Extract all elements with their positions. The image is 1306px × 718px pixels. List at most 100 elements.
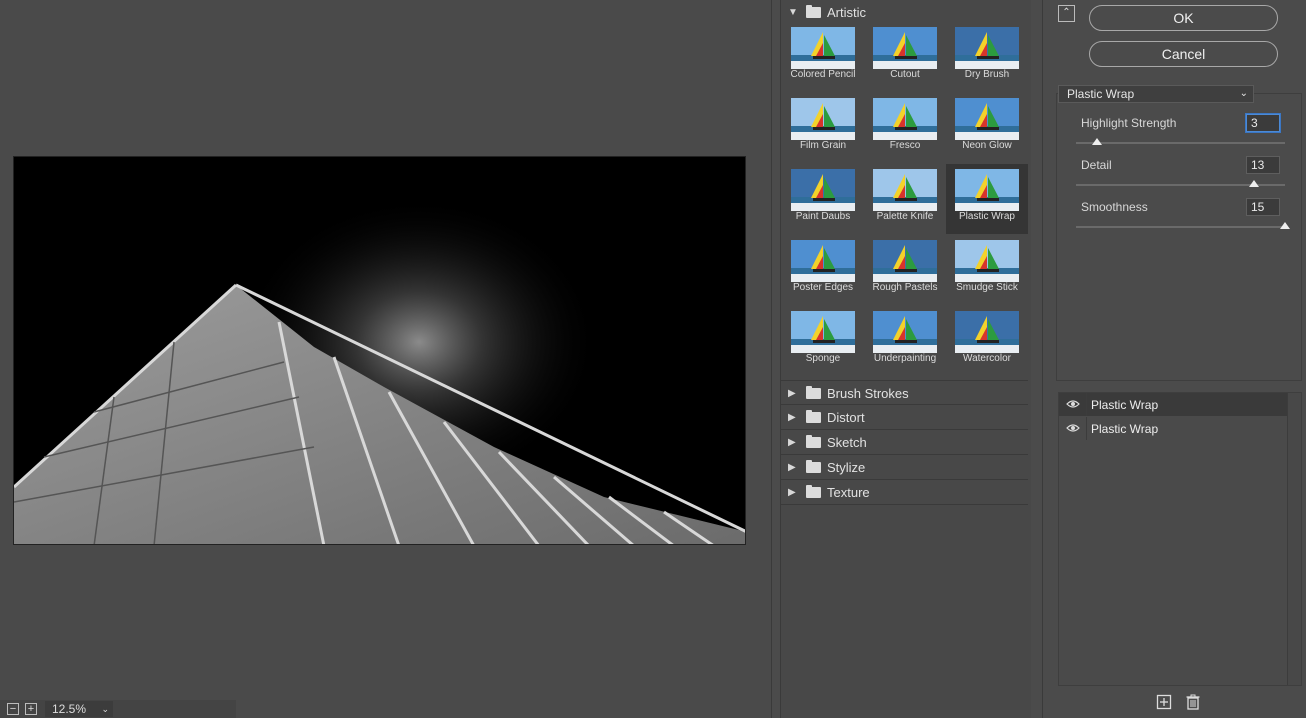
param-value-input[interactable]: 3: [1246, 114, 1280, 132]
preview-pane: − + 12.5% ⌄: [0, 0, 772, 718]
param-label: Smoothness: [1081, 200, 1148, 214]
filter-thumb-label: Rough Pastels: [872, 282, 938, 293]
divider: [1086, 417, 1087, 440]
zoom-select[interactable]: 12.5% ⌄: [45, 701, 113, 717]
filter-thumb[interactable]: Rough Pastels: [864, 235, 946, 305]
filter-thumb-image: [955, 311, 1019, 353]
filter-thumb[interactable]: Poster Edges: [782, 235, 864, 305]
filter-thumb-label: Cutout: [890, 69, 920, 80]
disclosure-triangle-icon: ▶: [788, 462, 796, 473]
folder-label: Texture: [827, 485, 870, 500]
filter-thumb[interactable]: Paint Daubs: [782, 164, 864, 234]
zoom-in-icon[interactable]: +: [25, 703, 37, 715]
disclosure-triangle-icon: ▶: [788, 437, 796, 448]
effect-layer-name: Plastic Wrap: [1091, 422, 1159, 436]
filter-thumb-label: Smudge Stick: [956, 282, 1018, 293]
filter-thumb[interactable]: Watercolor: [946, 306, 1028, 376]
param-slider-thumb[interactable]: [1091, 138, 1102, 145]
folder-label: Distort: [827, 410, 865, 425]
folder-brush-strokes[interactable]: ▶ Brush Strokes: [781, 380, 1028, 405]
filter-thumb-image: [791, 27, 855, 69]
filter-thumb[interactable]: Plastic Wrap: [946, 164, 1028, 234]
pyramid-image: [14, 157, 745, 544]
zoom-out-icon[interactable]: −: [7, 703, 19, 715]
filter-settings: [1056, 93, 1302, 381]
filter-thumb-label: Poster Edges: [792, 282, 854, 293]
filter-thumb[interactable]: Colored Pencil: [782, 22, 864, 92]
preview-image[interactable]: [13, 156, 746, 545]
filter-thumb-image: [791, 311, 855, 353]
cancel-button[interactable]: Cancel: [1089, 41, 1278, 67]
disclosure-triangle-icon: ▶: [788, 388, 796, 399]
filter-thumb-image: [791, 240, 855, 282]
param-slider-thumb[interactable]: [1280, 222, 1290, 229]
disclosure-triangle-icon: ▶: [788, 412, 796, 423]
filter-thumb[interactable]: Dry Brush: [946, 22, 1028, 92]
zoom-value: 12.5%: [52, 702, 87, 716]
filter-thumb[interactable]: Underpainting: [864, 306, 946, 376]
filter-thumb[interactable]: Fresco: [864, 93, 946, 163]
filter-thumb-image: [955, 27, 1019, 69]
folder-label: Artistic: [827, 5, 866, 20]
filter-thumb-label: Underpainting: [873, 353, 937, 364]
layers-scrollbar[interactable]: [1287, 393, 1301, 685]
effect-layer-row[interactable]: Plastic Wrap: [1059, 417, 1287, 440]
filter-select[interactable]: Plastic Wrap ⌄: [1058, 85, 1254, 103]
param-slider-thumb[interactable]: [1248, 180, 1259, 187]
param-slider-track[interactable]: [1076, 138, 1285, 145]
chevron-down-icon: ⌄: [101, 704, 109, 714]
effect-layers: Plastic Wrap Plastic Wrap: [1058, 392, 1302, 686]
zoom-bar: − + 12.5% ⌄: [0, 700, 236, 718]
filter-thumb-image: [955, 169, 1019, 211]
param-label: Highlight Strength: [1081, 116, 1177, 130]
filter-thumb[interactable]: Film Grain: [782, 93, 864, 163]
controls-panel: ⌃ OK Cancel Plastic Wrap ⌄ Highlight Str…: [1042, 0, 1306, 718]
filter-thumb-label: Palette Knife: [876, 211, 934, 222]
filter-thumb-label: Dry Brush: [964, 69, 1010, 80]
filter-thumb-label: Paint Daubs: [795, 211, 851, 222]
param-value-input[interactable]: 13: [1246, 156, 1280, 174]
filter-thumb-label: Plastic Wrap: [959, 211, 1015, 222]
filter-thumb-label: Fresco: [889, 140, 921, 151]
eye-icon[interactable]: [1066, 422, 1080, 434]
folder-label: Sketch: [827, 435, 867, 450]
filter-thumb-image: [873, 169, 937, 211]
filter-thumb-image: [873, 240, 937, 282]
filter-thumb-image: [873, 311, 937, 353]
disclosure-triangle-icon: ▶: [788, 487, 796, 498]
filter-thumb-label: Colored Pencil: [790, 69, 856, 80]
param-value-input[interactable]: 15: [1246, 198, 1280, 216]
filter-thumb-label: Sponge: [805, 353, 841, 364]
filter-thumb-image: [791, 169, 855, 211]
filter-thumb[interactable]: Neon Glow: [946, 93, 1028, 163]
collapse-panel-icon[interactable]: ⌃: [1058, 5, 1075, 22]
folder-label: Stylize: [827, 460, 866, 475]
folder-icon: [806, 460, 821, 473]
filter-thumb-image: [791, 98, 855, 140]
trash-icon[interactable]: [1185, 694, 1201, 710]
new-layer-icon[interactable]: [1156, 694, 1172, 710]
filter-thumb[interactable]: Smudge Stick: [946, 235, 1028, 305]
filter-thumb-label: Film Grain: [799, 140, 847, 151]
eye-icon[interactable]: [1066, 398, 1080, 410]
filter-thumb[interactable]: Palette Knife: [864, 164, 946, 234]
folder-icon: [806, 386, 821, 399]
folder-sketch[interactable]: ▶ Sketch: [781, 430, 1028, 455]
filter-thumb-image: [873, 98, 937, 140]
filter-select-value: Plastic Wrap: [1067, 87, 1135, 101]
divider: [1086, 393, 1087, 416]
ok-button[interactable]: OK: [1089, 5, 1278, 31]
folder-texture[interactable]: ▶ Texture: [781, 480, 1028, 505]
param-slider-track[interactable]: [1076, 222, 1290, 229]
filter-gallery: ▼ Artistic Colored Pencil Cutout Dry Brush…: [780, 0, 1031, 718]
filter-thumb-image: [873, 27, 937, 69]
effect-layer-row[interactable]: Plastic Wrap: [1059, 393, 1287, 416]
folder-stylize[interactable]: ▶ Stylize: [781, 455, 1028, 480]
folder-icon: [806, 435, 821, 448]
filter-thumb[interactable]: Cutout: [864, 22, 946, 92]
filter-thumb[interactable]: Sponge: [782, 306, 864, 376]
folder-icon: [806, 5, 821, 18]
folder-distort[interactable]: ▶ Distort: [781, 405, 1028, 430]
filter-thumb-image: [955, 98, 1019, 140]
param-slider-track[interactable]: [1076, 180, 1285, 187]
